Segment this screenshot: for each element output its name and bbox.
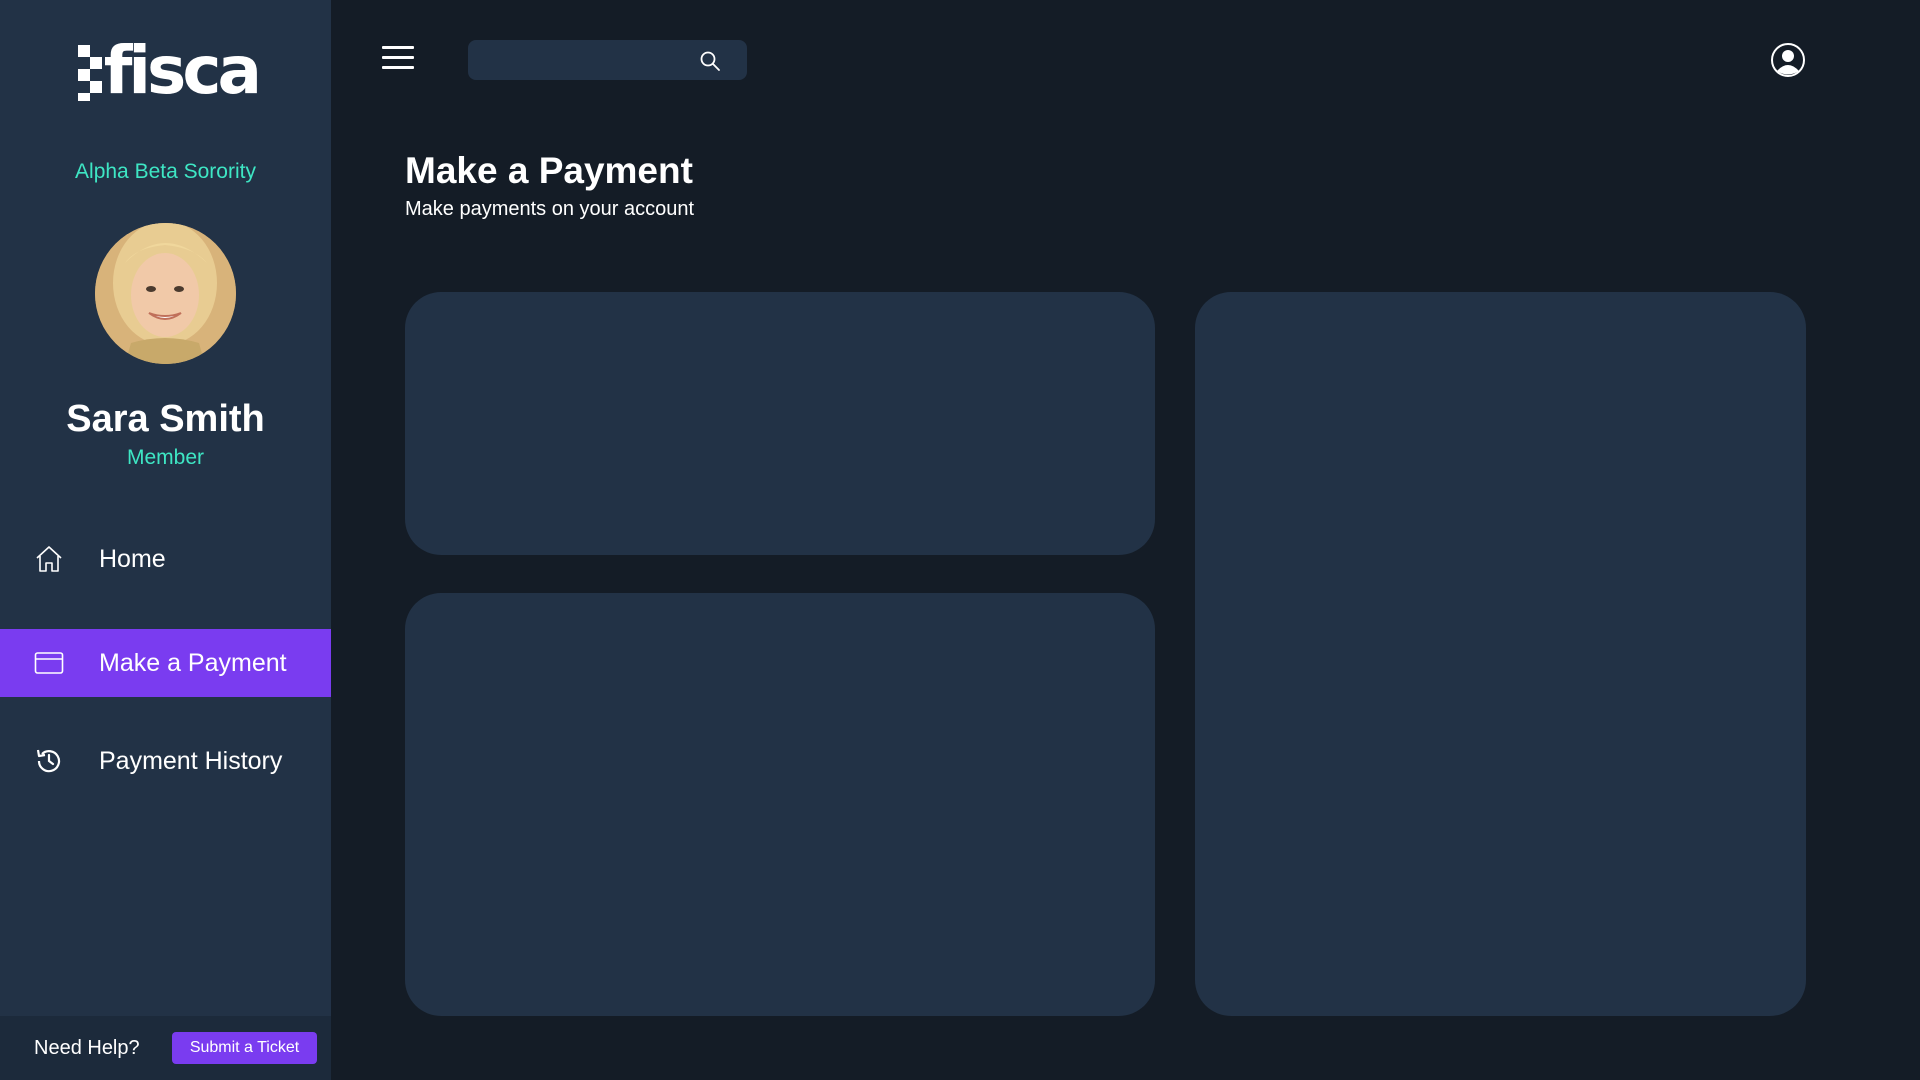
sidebar-item-label: Make a Payment — [99, 648, 287, 677]
avatar-image — [95, 223, 236, 364]
user-name: Sara Smith — [66, 398, 265, 440]
org-name: Alpha Beta Sorority — [75, 160, 256, 183]
search-bar — [468, 40, 747, 80]
payment-card-bottom-left — [405, 593, 1155, 1016]
submit-ticket-button[interactable]: Submit a Ticket — [172, 1032, 317, 1064]
page-title: Make a Payment — [405, 150, 693, 191]
user-circle-icon[interactable] — [1770, 42, 1806, 78]
sidebar-item-payment-history[interactable]: Payment History — [0, 727, 331, 795]
hamburger-icon[interactable] — [382, 46, 416, 72]
payment-card-top-left — [405, 292, 1155, 555]
avatar[interactable] — [95, 223, 236, 364]
logo-mark-icon — [78, 41, 102, 101]
fisca-logo[interactable]: fisca — [78, 32, 262, 109]
sidebar-item-home[interactable]: Home — [0, 525, 331, 593]
sidebar: fisca Alpha Beta Sorority Sara Smith Mem… — [0, 0, 331, 1080]
credit-card-icon — [32, 646, 66, 680]
app-root: fisca Alpha Beta Sorority Sara Smith Mem… — [0, 0, 1920, 1080]
history-icon — [32, 744, 66, 778]
search-input[interactable] — [480, 40, 690, 80]
help-bar: Need Help? Submit a Ticket — [0, 1016, 331, 1080]
page-subtitle: Make payments on your account — [405, 198, 695, 220]
payment-card-right — [1195, 292, 1806, 1016]
search-icon[interactable] — [698, 49, 722, 73]
home-icon — [32, 542, 66, 576]
sidebar-item-make-a-payment[interactable]: Make a Payment — [0, 629, 331, 697]
sidebar-item-label: Payment History — [99, 746, 283, 775]
logo-text: fisca — [103, 32, 262, 109]
user-role: Member — [126, 446, 205, 469]
sidebar-item-label: Home — [99, 544, 166, 573]
need-help-text: Need Help? — [34, 1036, 140, 1059]
